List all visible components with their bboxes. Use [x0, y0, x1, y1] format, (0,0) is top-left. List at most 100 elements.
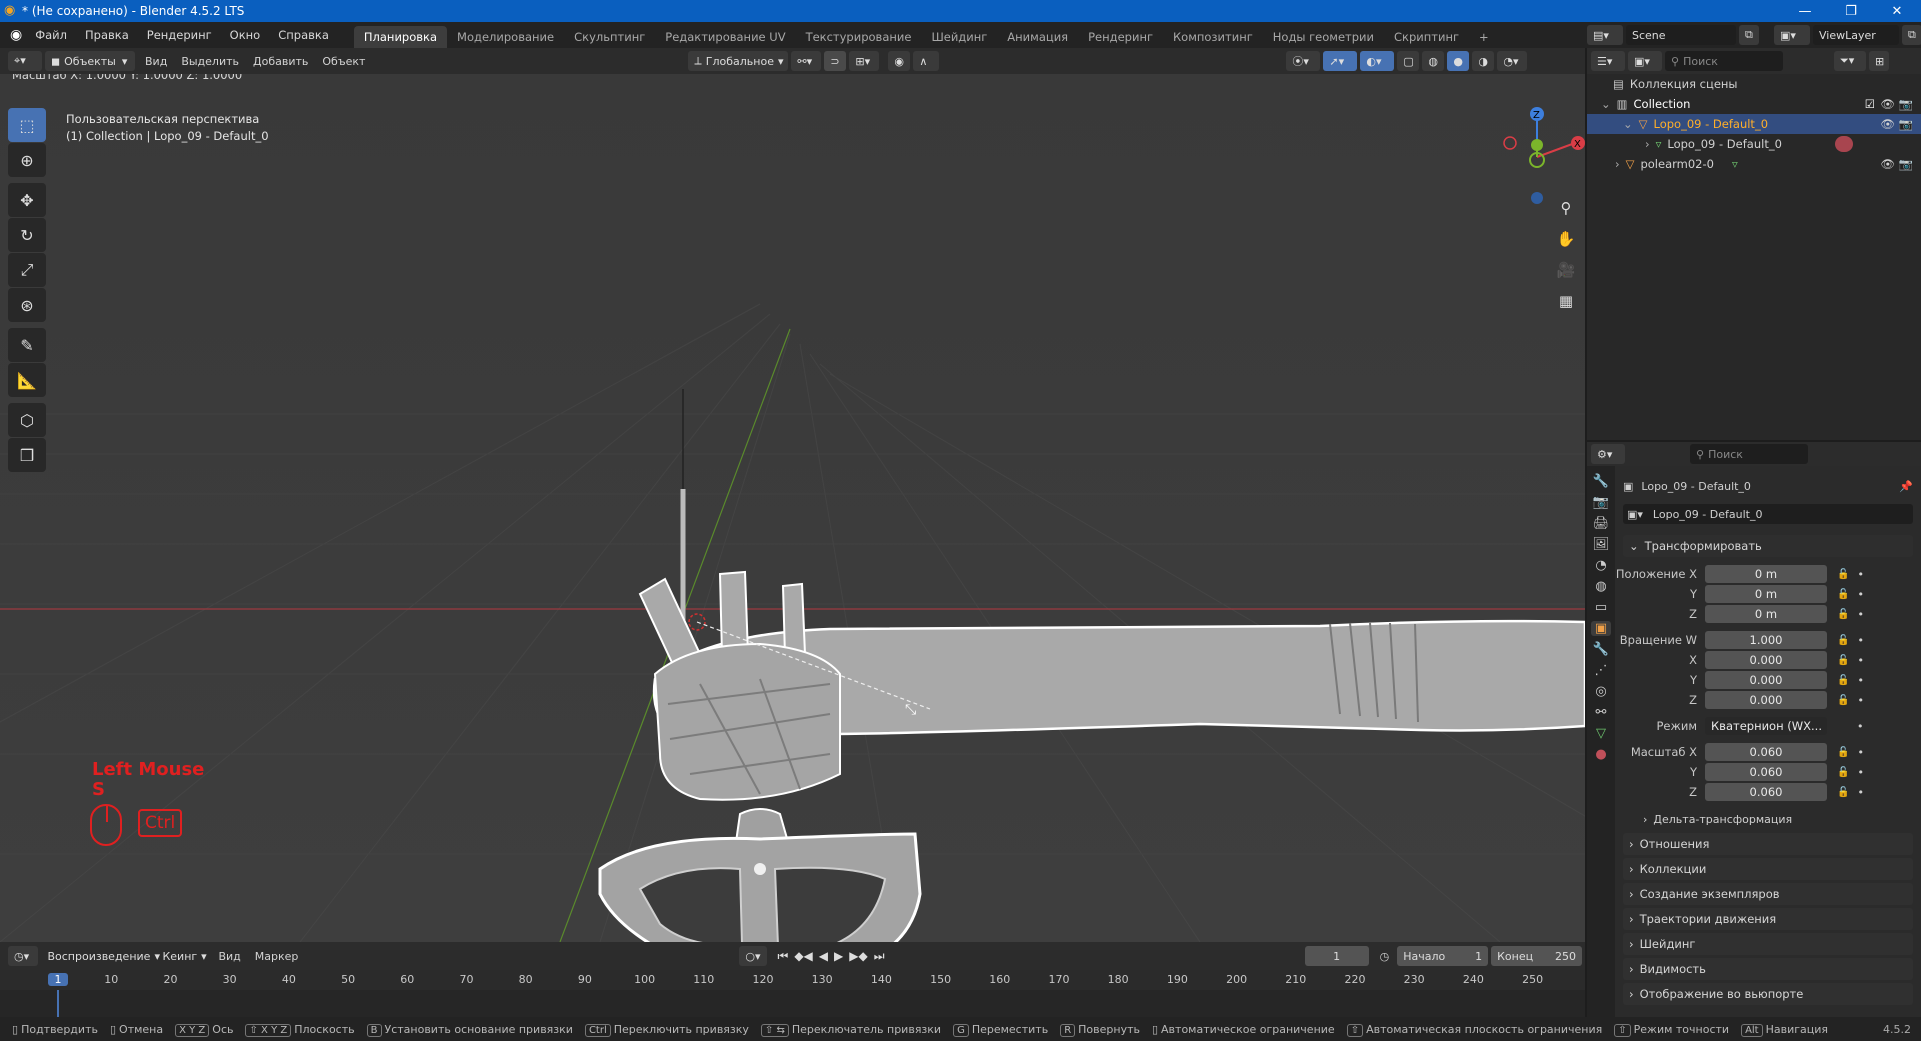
keyframe-dot-icon[interactable]: •: [1857, 588, 1864, 601]
menu-object[interactable]: Объект: [315, 55, 372, 68]
scale-z-field[interactable]: 0.060: [1705, 783, 1827, 801]
new-scene-icon[interactable]: ⧉: [1739, 25, 1759, 45]
measure-tool-icon[interactable]: 📐: [8, 363, 46, 397]
tab-geometry-nodes[interactable]: Ноды геометрии: [1263, 26, 1384, 48]
tab-animation[interactable]: Анимация: [997, 26, 1078, 48]
rendered-shading-icon[interactable]: ◔▾: [1497, 51, 1528, 71]
properties-search-input[interactable]: ⚲ Поиск: [1690, 444, 1808, 464]
snap-toggle-icon[interactable]: ⊃: [824, 51, 847, 71]
maximize-button[interactable]: ❐: [1828, 0, 1874, 22]
tab-sculpting[interactable]: Скульптинг: [564, 26, 655, 48]
outliner-row-scene-collection[interactable]: ▤ Коллекция сцены: [1587, 74, 1921, 94]
scale-tool-icon[interactable]: ⤢: [8, 253, 46, 287]
new-collection-icon[interactable]: ⊞: [1869, 51, 1889, 71]
pin-icon[interactable]: 📌: [1899, 480, 1913, 493]
tab-rendering[interactable]: Рендеринг: [1078, 26, 1163, 48]
transform-panel-header[interactable]: ⌄ Трансформировать: [1623, 535, 1913, 557]
jump-end-icon[interactable]: ⏭: [874, 949, 885, 964]
timeline-editor-type-icon[interactable]: ◷▾: [8, 946, 39, 966]
camera-icon[interactable]: 📷: [1899, 157, 1913, 171]
add-cube-tool-icon[interactable]: ⬡: [8, 403, 46, 437]
timeline-view-menu[interactable]: Вид: [211, 950, 247, 963]
menu-select[interactable]: Выделить: [174, 55, 246, 68]
rotation-x-field[interactable]: 0.000: [1705, 651, 1827, 669]
filter-icon[interactable]: ⏷▾: [1834, 51, 1866, 71]
eye-icon[interactable]: 👁: [1880, 157, 1895, 171]
menu-render[interactable]: Рендеринг: [138, 28, 221, 42]
pivot-point-icon[interactable]: ⚯▾: [791, 51, 822, 71]
add-workspace-button[interactable]: +: [1469, 26, 1499, 48]
end-frame-field[interactable]: Конец 250: [1491, 946, 1583, 966]
tool-tab-icon[interactable]: 🔧: [1593, 474, 1609, 489]
scene-selector-icon[interactable]: ▤▾: [1587, 25, 1623, 45]
outliner-search-input[interactable]: ⚲ Поиск: [1665, 51, 1783, 71]
tab-compositing[interactable]: Композитинг: [1163, 26, 1263, 48]
lock-icon[interactable]: 🔓: [1837, 589, 1849, 600]
material-shading-icon[interactable]: ◑: [1472, 51, 1495, 71]
outliner-row-selected-object[interactable]: ⌄ ▽ Lopo_09 - Default_0 👁 📷: [1587, 114, 1921, 134]
menu-add[interactable]: Добавить: [246, 55, 315, 68]
perspective-toggle-icon[interactable]: ▦: [1552, 287, 1580, 315]
lock-icon[interactable]: 🔓: [1837, 609, 1849, 620]
keyframe-dot-icon[interactable]: •: [1857, 746, 1864, 759]
play-reverse-icon[interactable]: ◀: [819, 949, 828, 964]
snap-target-icon[interactable]: ⊞▾: [849, 51, 880, 71]
keyframe-dot-icon[interactable]: •: [1857, 608, 1864, 621]
camera-view-icon[interactable]: 🎥: [1552, 256, 1580, 284]
delta-transform-subpanel[interactable]: › Дельта-трансформация: [1587, 808, 1921, 830]
keyframe-dot-icon[interactable]: •: [1857, 694, 1864, 707]
start-frame-field[interactable]: Начало 1: [1397, 946, 1489, 966]
scale-y-field[interactable]: 0.060: [1705, 763, 1827, 781]
selectability-icon[interactable]: ⦿▾: [1286, 51, 1321, 71]
instancing-panel-header[interactable]: › Создание экземпляров: [1623, 883, 1913, 905]
jump-keyframe-back-icon[interactable]: ◆◀: [794, 949, 812, 964]
rotation-z-field[interactable]: 0.000: [1705, 691, 1827, 709]
lock-icon[interactable]: 🔓: [1837, 569, 1849, 580]
jump-start-icon[interactable]: ⏮: [778, 949, 789, 964]
viewport-display-panel-header[interactable]: › Отображение во вьюпорте: [1623, 983, 1913, 1005]
wireframe-shading-icon[interactable]: ◍: [1422, 51, 1445, 71]
zoom-icon[interactable]: ⚲: [1552, 194, 1580, 222]
add-object-tool-icon[interactable]: ❒: [8, 438, 46, 472]
properties-editor-type-icon[interactable]: ⚙▾: [1591, 444, 1625, 464]
location-y-field[interactable]: 0 m: [1705, 585, 1827, 603]
current-frame-field[interactable]: 1: [1304, 946, 1369, 966]
relations-panel-header[interactable]: › Отношения: [1623, 833, 1913, 855]
auto-keying-icon[interactable]: ○▾: [739, 946, 767, 966]
overlays-toggle-icon[interactable]: ◐▾: [1360, 51, 1395, 71]
lock-icon[interactable]: 🔓: [1837, 695, 1849, 706]
blender-menu-icon[interactable]: ◉: [10, 27, 22, 43]
editor-type-icon[interactable]: ⌖▾: [8, 51, 42, 71]
keyframe-dot-icon[interactable]: •: [1857, 674, 1864, 687]
keyframe-dot-icon[interactable]: •: [1857, 786, 1864, 799]
keyframe-dot-icon[interactable]: •: [1857, 568, 1864, 581]
keyframe-dot-icon[interactable]: •: [1857, 634, 1864, 647]
proportional-edit-icon[interactable]: ◉: [888, 51, 911, 71]
rotate-tool-icon[interactable]: ↻: [8, 218, 46, 252]
frame-ruler[interactable]: 1 10 20 30 40 50 60 70 80 90 100 110 120 130 140 150 160…: [0, 970, 1585, 990]
viewlayer-name-field[interactable]: ViewLayer: [1813, 25, 1899, 45]
orientation-dropdown[interactable]: ⟂ Глобальное ▾: [688, 51, 789, 71]
lock-icon[interactable]: 🔓: [1837, 747, 1849, 758]
new-viewlayer-icon[interactable]: ⧉: [1902, 25, 1921, 45]
menu-edit[interactable]: Правка: [76, 28, 138, 42]
camera-icon[interactable]: 📷: [1899, 97, 1913, 111]
tab-uv-editing[interactable]: Редактирование UV: [655, 26, 795, 48]
scene-name-field[interactable]: Scene: [1626, 25, 1736, 45]
close-button[interactable]: ✕: [1874, 0, 1920, 22]
move-tool-icon[interactable]: ✥: [8, 183, 46, 217]
pan-hand-icon[interactable]: ✋: [1552, 225, 1580, 253]
cursor-tool-icon[interactable]: ⊕: [8, 143, 46, 177]
mode-dropdown[interactable]: ◼ Объекты ▾: [45, 51, 135, 71]
display-mode-icon[interactable]: ▣▾: [1628, 51, 1662, 71]
lock-icon[interactable]: 🔓: [1837, 767, 1849, 778]
location-z-field[interactable]: 0 m: [1705, 605, 1827, 623]
lock-icon[interactable]: 🔓: [1837, 635, 1849, 646]
gizmo-toggle-icon[interactable]: ➚▾: [1323, 51, 1358, 71]
lock-icon[interactable]: 🔓: [1837, 655, 1849, 666]
keying-menu[interactable]: Кеинг ▾: [156, 946, 208, 966]
xray-toggle-icon[interactable]: ▢: [1397, 51, 1420, 71]
navigation-gizmo[interactable]: Z X: [1490, 104, 1585, 204]
keyframe-dot-icon[interactable]: •: [1857, 720, 1864, 733]
eye-icon[interactable]: 👁: [1880, 97, 1895, 111]
